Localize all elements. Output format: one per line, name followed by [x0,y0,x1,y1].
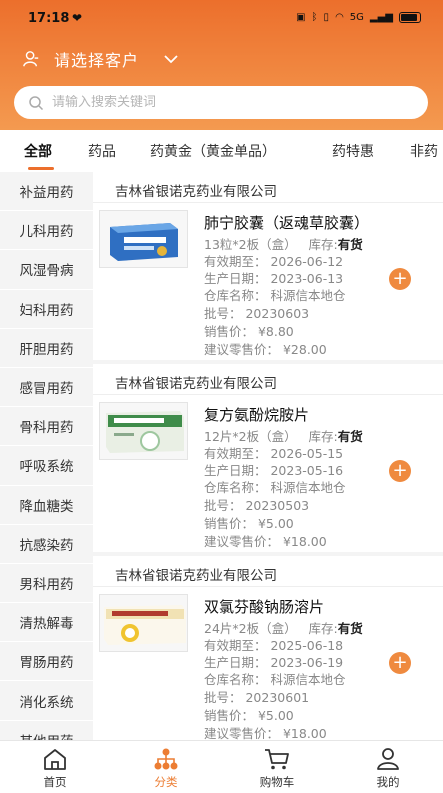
nav-cart[interactable]: 购物车 [242,747,312,790]
sidebar-item[interactable]: 其他用药 [0,721,93,740]
sidebar-item[interactable]: 骨科用药 [0,407,93,447]
product-image[interactable] [99,210,188,268]
sidebar-item[interactable]: 消化系统 [0,681,93,721]
bluetooth-icon: ᛒ [311,12,318,23]
warehouse-name: 仓库名称： 科源信本地仓 [204,288,346,303]
divider [93,586,443,587]
search-bar[interactable] [14,86,428,119]
sale-price: 销售价： ¥8.80 [204,324,294,339]
warehouse-name: 仓库名称： 科源信本地仓 [204,672,346,687]
nav-home[interactable]: 首页 [20,747,90,790]
customer-label: 请选择客户 [54,51,140,70]
nav-label: 购物车 [259,775,295,789]
tab-drugs[interactable]: 药品 [88,141,116,161]
sidebar-item[interactable]: 降血糖类 [0,486,93,525]
company-name: 吉林省银诺克药业有限公司 [115,568,277,584]
divider [93,202,443,203]
signal-icon: ▂▄▆ [369,12,393,23]
add-to-cart-button[interactable]: + [389,268,411,290]
sidebar-item[interactable]: 妇科用药 [0,290,93,329]
product-name[interactable]: 双氯芬酸钠肠溶片 [204,596,384,617]
nav-category[interactable]: 分类 [131,747,201,790]
product-card[interactable]: 吉林省银诺克药业有限公司 肺宁胶囊（返魂草胶囊） 13粒*2板（盒） 库存:有货… [93,172,443,360]
chevron-down-icon [164,55,178,64]
sidebar-item[interactable]: 男科用药 [0,564,93,604]
sidebar-item[interactable]: 抗感染药 [0,525,93,564]
nav-label: 我的 [376,775,400,789]
warehouse-name: 仓库名称： 科源信本地仓 [204,480,346,495]
product-list: 吉林省银诺克药业有限公司 肺宁胶囊（返魂草胶囊） 13粒*2板（盒） 库存:有货… [93,172,443,740]
batch-number: 批号： 20230601 [204,690,310,705]
status-bar: 17:18 ❤ ▣ ᛒ ▯ ◠ 5G ▂▄▆ [0,0,443,36]
add-to-cart-button[interactable]: + [389,460,411,482]
search-input[interactable] [52,95,392,110]
network-label: 5G [349,12,364,23]
sale-price: 销售价： ¥5.00 [204,708,294,723]
sale-price: 销售价： ¥5.00 [204,516,294,531]
tab-non-drug[interactable]: 非药 [410,141,438,161]
sidebar-item[interactable]: 清热解毒 [0,603,93,643]
search-icon [29,95,44,110]
sidebar-item[interactable]: 补益用药 [0,172,93,212]
battery-icon [399,12,421,23]
notification-icon: ❤ [72,11,83,25]
batch-number: 批号： 20230503 [204,498,310,513]
product-card[interactable]: 吉林省银诺克药业有限公司 复方氨酚烷胺片 12片*2板（盒） 库存:有货 有效期… [93,364,443,552]
product-image[interactable] [99,594,188,652]
cart-icon [265,749,289,770]
status-time: 17:18 [28,11,70,26]
vibrate-icon: ▯ [323,12,330,23]
category-sidebar: 补益用药 儿科用药 风湿骨病 妇科用药 肝胆用药 感冒用药 骨科用药 呼吸系统 … [0,172,93,740]
sidebar-item[interactable]: 儿科用药 [0,211,93,251]
retail-price: 建议零售价： ¥28.00 [204,342,327,357]
profile-icon [377,748,399,770]
bottom-nav: 首页 分类 购物车 我的 [0,740,443,793]
person-icon [23,51,39,67]
nav-label: 分类 [154,775,178,789]
sidebar-item[interactable]: 感冒用药 [0,368,93,408]
nfc-icon: ▣ [296,12,306,23]
product-image[interactable] [99,402,188,460]
tab-special[interactable]: 药特惠 [332,141,374,161]
divider [93,394,443,395]
sidebar-item[interactable]: 风湿骨病 [0,250,93,290]
product-card[interactable]: 吉林省银诺克药业有限公司 双氯芬酸钠肠溶片 24片*2板（盒） 库存:有货 有效… [93,556,443,740]
tab-all[interactable]: 全部 [24,141,52,161]
nav-profile[interactable]: 我的 [353,747,423,790]
product-name[interactable]: 复方氨酚烷胺片 [204,404,384,425]
sidebar-item[interactable]: 胃肠用药 [0,642,93,682]
category-tabs: 全部 药品 药黄金（黄金单品） 药特惠 非药 [0,130,443,172]
batch-number: 批号： 20230603 [204,306,310,321]
home-icon [44,749,66,770]
sidebar-item[interactable]: 肝胆用药 [0,329,93,368]
header: 17:18 ❤ ▣ ᛒ ▯ ◠ 5G ▂▄▆ 请选择客户 [0,0,443,130]
select-customer-button[interactable]: 请选择客户 [22,46,179,72]
active-tab-indicator [28,167,54,170]
nav-label: 首页 [43,775,67,789]
company-name: 吉林省银诺克药业有限公司 [115,376,277,392]
category-icon [154,748,178,770]
product-name[interactable]: 肺宁胶囊（返魂草胶囊） [204,212,384,233]
retail-price: 建议零售价： ¥18.00 [204,534,327,549]
retail-price: 建议零售价： ¥18.00 [204,726,327,740]
wifi-icon: ◠ [335,12,344,23]
add-to-cart-button[interactable]: + [389,652,411,674]
sidebar-item[interactable]: 呼吸系统 [0,446,93,486]
status-icons: ▣ ᛒ ▯ ◠ 5G ▂▄▆ [296,12,421,23]
company-name: 吉林省银诺克药业有限公司 [115,184,277,200]
tab-gold[interactable]: 药黄金（黄金单品） [150,141,276,161]
